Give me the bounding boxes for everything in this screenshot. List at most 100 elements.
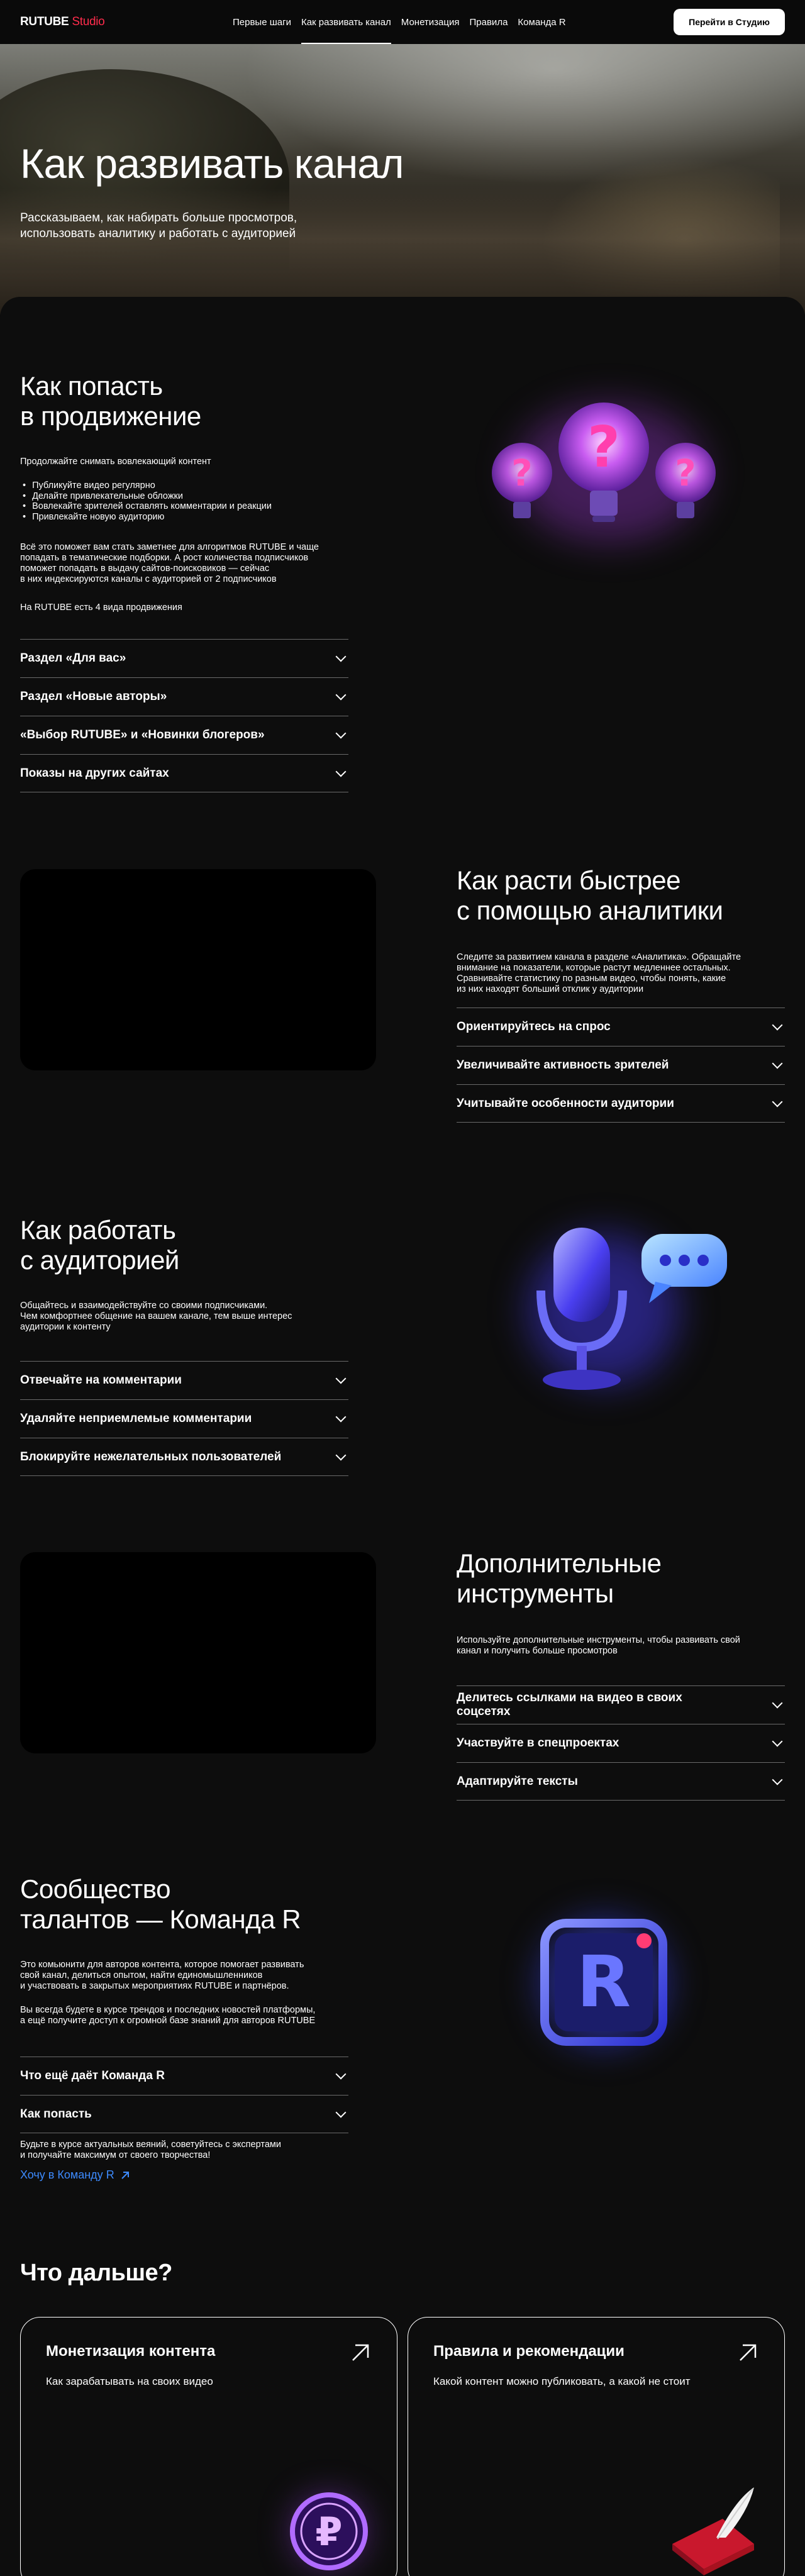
accordion-item[interactable]: Отвечайте на комментарии [20, 1361, 348, 1399]
next-title: Что дальше? [20, 2260, 172, 2286]
community-title: Сообщество талантов — Команда R [20, 1874, 301, 1934]
accordion-item[interactable]: Адаптируйте тексты [457, 1762, 785, 1801]
nav-link-monetization[interactable]: Монетизация [396, 0, 465, 44]
community-paragraph-2: Вы всегда будете в курсе трендов и после… [20, 2005, 316, 2026]
promo-bullet-list: Публикуйте видео регулярно Делайте привл… [23, 480, 272, 522]
accordion-item[interactable]: Показы на других сайтах [20, 754, 348, 792]
tools-paragraph: Используйте дополнительные инструменты, … [457, 1635, 740, 1656]
svg-text:₽: ₽ [315, 2509, 342, 2555]
chevron-down-icon [772, 1697, 783, 1709]
analytics-paragraph: Следите за развитием канала в разделе «А… [457, 952, 741, 994]
book-feather-illustration [660, 2475, 767, 2576]
accordion-item[interactable]: Ориентируйтесь на спрос [457, 1008, 785, 1046]
accordion-label: Как попасть [20, 2107, 92, 2121]
accordion-item[interactable]: Участвуйте в спецпроектах [457, 1724, 785, 1762]
chevron-down-icon [335, 728, 347, 739]
promo-bullet: Привлекайте новую аудиторию [23, 512, 272, 523]
promo-title: Как попасть в продвижение [20, 371, 201, 431]
nav-link-grow-channel[interactable]: Как развивать канал [296, 0, 396, 44]
card-subtitle: Какой контент можно публиковать, а какой… [433, 2375, 691, 2387]
microphone-chat-icon [536, 1228, 727, 1390]
accordion-label: Адаптируйте тексты [457, 1774, 578, 1788]
audience-title: Как работать с аудиторией [20, 1215, 179, 1275]
ruble-coin-icon: ₽ [290, 2492, 368, 2570]
community-accordion: Что ещё даёт Команда R Как попасть [20, 2057, 348, 2133]
community-paragraph-1: Это комьюнити для авторов контента, кото… [20, 1960, 304, 1991]
chevron-down-icon [772, 1736, 783, 1747]
chevron-down-icon [335, 1411, 347, 1423]
promo-accordion: Раздел «Для вас» Раздел «Новые авторы» «… [20, 639, 348, 792]
accordion-label: Удаляйте неприемлемые комментарии [20, 1412, 252, 1425]
promo-paragraph: Всё это поможет вам стать заметнее для а… [20, 542, 319, 584]
accordion-label: Участвуйте в спецпроектах [457, 1736, 619, 1750]
card-rules[interactable]: Правила и рекомендации Какой контент мож… [408, 2317, 785, 2576]
join-team-r-link[interactable]: Хочу в Команду R [20, 2168, 131, 2182]
accordion-label: Делитесь ссылками на видео в своих соцсе… [457, 1691, 682, 1718]
chevron-down-icon [772, 1096, 783, 1107]
accordion-item[interactable]: Что ещё даёт Команда R [20, 2057, 348, 2095]
tools-accordion: Делитесь ссылками на видео в своих соцсе… [457, 1685, 785, 1801]
chevron-down-icon [335, 766, 347, 777]
accordion-item[interactable]: Раздел «Для вас» [20, 639, 348, 677]
logo-main: RUTUBE [20, 15, 69, 28]
audience-paragraph: Общайтесь и взаимодействуйте со своими п… [20, 1301, 292, 1332]
team-r-logo-icon: R [540, 1919, 667, 2046]
accordion-item[interactable]: Делитесь ссылками на видео в своих соцсе… [457, 1685, 785, 1724]
arrow-up-right-icon [740, 2344, 757, 2361]
card-subtitle: Как зарабатывать на своих видео [46, 2375, 213, 2387]
chevron-down-icon [335, 689, 347, 701]
accordion-item[interactable]: Удаляйте неприемлемые комментарии [20, 1399, 348, 1438]
card-monetization[interactable]: Монетизация контента Как зарабатывать на… [20, 2317, 397, 2576]
lightbulbs-illustration: ? ? ? [465, 379, 742, 567]
logo-accent: Studio [72, 15, 105, 28]
logo[interactable]: RUTUBE Studio [20, 15, 105, 29]
accordion-label: Блокируйте нежелательных пользователей [20, 1450, 282, 1463]
card-title: Правила и рекомендации [433, 2343, 625, 2360]
analytics-video-player[interactable] [20, 869, 376, 1070]
join-team-r-label: Хочу в Команду R [20, 2168, 114, 2181]
accordion-item[interactable]: «Выбор RUTUBE» и «Новинки блогеров» [20, 716, 348, 754]
accordion-item[interactable]: Увеличивайте активность зрителей [457, 1046, 785, 1084]
accordion-label: Показы на других сайтах [20, 766, 169, 780]
accordion-label: Раздел «Новые авторы» [20, 690, 167, 703]
accordion-item[interactable]: Как попасть [20, 2095, 348, 2133]
hero-banner: Как развивать канал Рассказываем, как на… [0, 44, 805, 314]
page: RUTUBE Studio Первые шаги Как развивать … [0, 0, 805, 2576]
promo-kinds: На RUTUBE есть 4 вида продвижения [20, 602, 182, 613]
promo-bullet: Публикуйте видео регулярно [23, 480, 272, 491]
team-r-badge-illustration: R [516, 1894, 692, 2070]
microphone-illustration [516, 1209, 742, 1410]
analytics-accordion: Ориентируйтесь на спрос Увеличивайте акт… [457, 1008, 785, 1123]
question-bulbs-icon: ? ? ? [492, 402, 716, 522]
go-to-studio-button[interactable]: Перейти в Студию [674, 9, 785, 35]
hero-sand-image [0, 189, 805, 314]
main-content: Как попасть в продвижение Продолжайте сн… [0, 297, 805, 2576]
accordion-label: Отвечайте на комментарии [20, 1374, 182, 1387]
svg-text:?: ? [587, 414, 620, 480]
analytics-title: Как расти быстрее с помощью аналитики [457, 865, 723, 925]
chevron-down-icon [335, 1450, 347, 1460]
svg-text:R: R [577, 1941, 631, 2023]
accordion-label: Увеличивайте активность зрителей [457, 1058, 669, 1072]
promo-bullet: Вовлекайте зрителей оставлять комментари… [23, 501, 272, 512]
arrow-up-right-icon [121, 2171, 129, 2179]
arrow-up-right-icon [352, 2344, 369, 2361]
accordion-label: Что ещё даёт Команда R [20, 2069, 165, 2082]
accordion-item[interactable]: Раздел «Новые авторы» [20, 677, 348, 716]
accordion-label: Ориентируйтесь на спрос [457, 1020, 611, 1033]
accordion-label: Раздел «Для вас» [20, 652, 126, 665]
ruble-coin-illustration: ₽ [285, 2487, 373, 2575]
chevron-down-icon [772, 1019, 783, 1031]
accordion-item[interactable]: Учитывайте особенности аудитории [457, 1084, 785, 1123]
nav-link-first-steps[interactable]: Первые шаги [228, 0, 296, 44]
audience-accordion: Отвечайте на комментарии Удаляйте неприе… [20, 1361, 348, 1476]
hero-title: Как развивать канал [20, 140, 404, 187]
accordion-item[interactable]: Блокируйте нежелательных пользователей [20, 1438, 348, 1476]
promo-intro: Продолжайте снимать вовлекающий контент [20, 457, 211, 467]
nav-links: Первые шаги Как развивать канал Монетиза… [228, 0, 571, 44]
svg-text:?: ? [675, 452, 696, 494]
tools-video-player[interactable] [20, 1552, 376, 1753]
nav-link-team-r[interactable]: Команда R [513, 0, 570, 44]
nav-link-rules[interactable]: Правила [465, 0, 513, 44]
book-feather-icon [672, 2487, 754, 2575]
